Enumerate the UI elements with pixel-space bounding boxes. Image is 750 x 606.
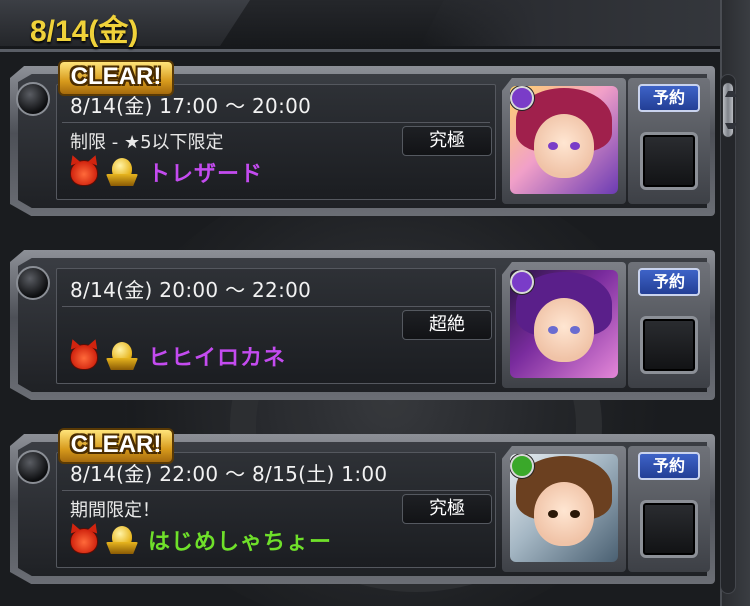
egg-icon [106, 158, 138, 188]
portrait-eye [548, 142, 558, 150]
portrait-eye [570, 510, 580, 518]
portrait-art [510, 86, 618, 194]
egg-icon [106, 342, 138, 372]
portrait-face [534, 114, 594, 178]
divider [62, 490, 490, 491]
quest-restriction: 期間限定！ [70, 500, 160, 521]
divider [62, 122, 490, 123]
element-badge-icon [510, 454, 534, 478]
reserve-checkbox[interactable] [640, 500, 698, 558]
monster-portrait[interactable] [502, 262, 626, 388]
quest-schedule: 8/14(金) 20:00 ～ 22:00 [70, 278, 312, 302]
date-title: 8/14(金) [30, 15, 139, 48]
portrait-eye [570, 326, 580, 334]
portrait-eye [570, 142, 580, 150]
date-header: 8/14(金) [0, 0, 750, 52]
reserve-button[interactable]: 予約 [638, 268, 700, 296]
difficulty-badge: 究極 [402, 126, 492, 156]
monster-portrait[interactable] [502, 446, 626, 572]
portrait-face [534, 298, 594, 362]
quest-restriction: 制限 - ★5以下限定 [70, 132, 224, 153]
quest-name: ヒヒイロカネ [148, 346, 287, 371]
clear-badge: CLEAR! [58, 60, 174, 96]
portrait-art [510, 270, 618, 378]
scrollbar-thumb[interactable] [722, 82, 737, 138]
card-pin-icon [16, 266, 50, 300]
card-pin-icon [16, 82, 50, 116]
reserve-button[interactable]: 予約 [638, 452, 700, 480]
clear-badge: CLEAR! [58, 428, 174, 464]
scrollbar-track[interactable] [720, 74, 736, 594]
quest-name: はじめしゃちょー [148, 530, 333, 555]
reserve-button[interactable]: 予約 [638, 84, 700, 112]
devil-icon [70, 344, 98, 370]
portrait-art [510, 454, 618, 562]
difficulty-badge: 究極 [402, 494, 492, 524]
element-badge-icon [510, 86, 534, 110]
reserve-checkbox[interactable] [640, 132, 698, 190]
egg-icon [106, 526, 138, 556]
header-decoration [420, 0, 720, 46]
quest-card[interactable]: 8/14(金) 20:00 ～ 22:00 超絶 ヒヒイロカネ 予約 [10, 250, 715, 400]
quest-name: トレザード [148, 162, 264, 187]
difficulty-badge: 超絶 [402, 310, 492, 340]
reserve-checkbox[interactable] [640, 316, 698, 374]
devil-icon [70, 160, 98, 186]
divider [62, 306, 490, 307]
quest-card[interactable]: CLEAR! 8/14(金) 22:00 ～ 8/15(土) 1:00 期間限定… [10, 428, 715, 584]
portrait-eye [548, 510, 558, 518]
portrait-face [534, 482, 594, 546]
element-badge-icon [510, 270, 534, 294]
card-pin-icon [16, 450, 50, 484]
portrait-eye [548, 326, 558, 334]
devil-icon [70, 528, 98, 554]
monster-portrait[interactable] [502, 78, 626, 204]
quest-card[interactable]: CLEAR! 8/14(金) 17:00 ～ 20:00 制限 - ★5以下限定… [10, 60, 715, 216]
